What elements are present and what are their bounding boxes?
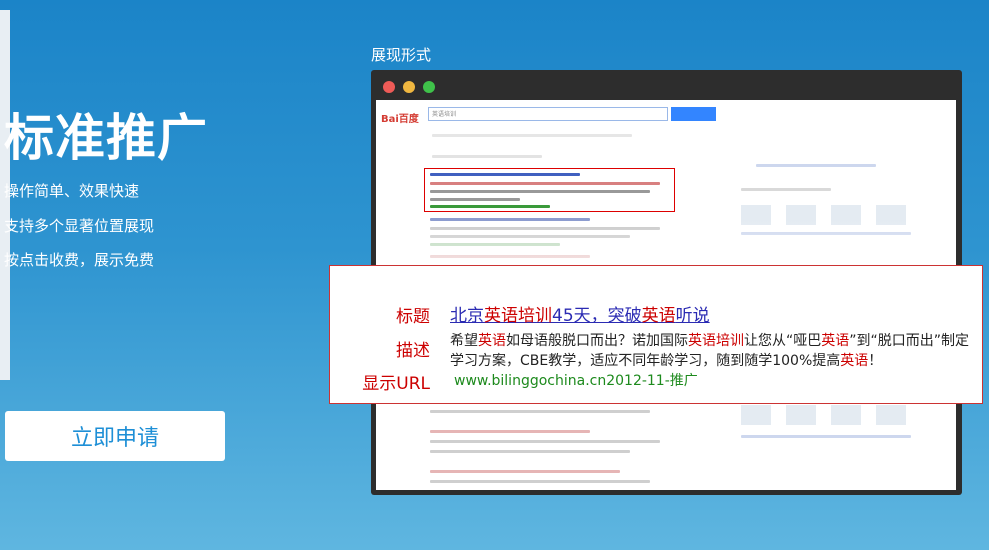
apply-button[interactable]: 立即申请	[5, 411, 225, 461]
hero-title: 标准推广	[4, 109, 208, 167]
ad-title-link[interactable]: 北京英语培训45天，突破英语听说	[450, 301, 710, 326]
maximize-dot-icon	[423, 81, 435, 93]
ad-title-part: 北京	[450, 306, 484, 326]
ad-highlight-box	[424, 168, 675, 212]
close-dot-icon	[383, 81, 395, 93]
ad-detail-popup: 标题 描述 显示URL 北京英语培训45天，突破英语听说 希望英语如母语般脱口而…	[329, 265, 983, 404]
desc-part: 如母语般脱口而出？诺加国际	[506, 333, 688, 349]
search-button	[671, 107, 716, 121]
title-label: 标题	[396, 307, 430, 327]
ad-title-part: 听说	[675, 306, 710, 326]
search-logo: Bai百度	[381, 114, 419, 125]
feature-item: 操作简单、效果快速	[4, 182, 140, 200]
ad-title-keyword: 英语培训	[484, 306, 552, 326]
ad-title-part: 45天，突破	[552, 306, 642, 326]
desc-part: 希望	[450, 333, 478, 349]
feature-item: 支持多个显著位置展现	[4, 217, 155, 235]
minimize-dot-icon	[403, 81, 415, 93]
display-format-label: 展现形式	[371, 46, 432, 64]
desc-part: ！	[868, 353, 883, 369]
desc-part: 让您从“哑巴	[744, 333, 822, 349]
desc-keyword: 英语	[840, 353, 869, 369]
ad-title-keyword: 英语	[641, 306, 676, 326]
desc-keyword: 英语	[821, 333, 850, 349]
search-input: 英语培训	[428, 107, 668, 121]
description-label: 描述	[396, 341, 430, 361]
display-url-label: 显示URL	[362, 374, 430, 394]
ad-display-url: www.bilinggochina.cn2012-11-推广	[454, 373, 698, 389]
desc-keyword: 英语培训	[688, 333, 744, 349]
desc-keyword: 英语	[478, 333, 506, 349]
feature-item: 按点击收费，展示免费	[4, 251, 155, 269]
ad-description: 希望英语如母语般脱口而出？诺加国际英语培训让您从“哑巴英语”到“脱口而出”制定学…	[450, 331, 970, 371]
